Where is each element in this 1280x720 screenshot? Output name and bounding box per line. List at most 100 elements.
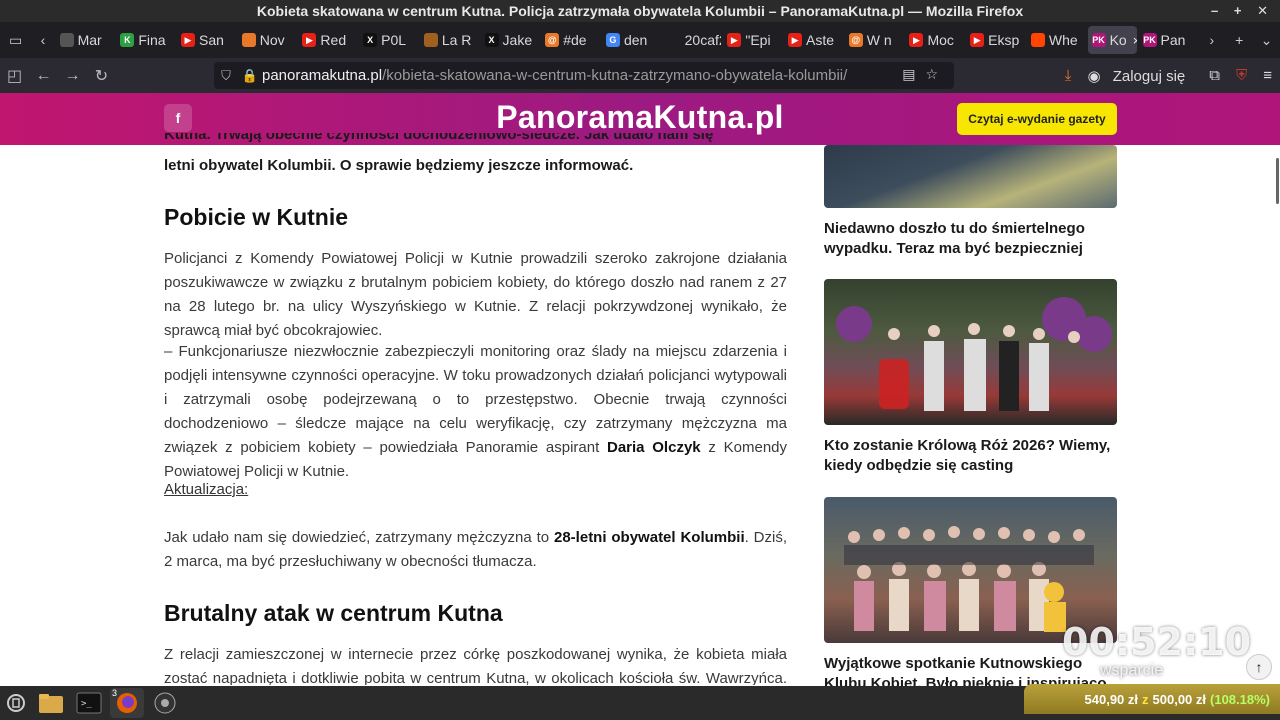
paragraph-3-bold: 28-letni obywatel Kolumbii [554,529,745,546]
page-scrollbar[interactable] [1270,145,1280,685]
browser-tab[interactable]: Whe [1027,26,1086,54]
browser-tab[interactable]: Gden [602,26,661,54]
donation-goal: 500,00 zł [1152,691,1207,707]
tab-favicon-icon: ▶ [909,33,924,47]
start-logo [7,694,25,712]
tab-favicon-icon [1030,33,1045,47]
lock-icon[interactable]: 🔒 [238,68,262,84]
browser-tab[interactable]: PK Ko × [1087,26,1137,54]
browser-tab[interactable]: ▶ "Epi [723,26,782,54]
browser-tab[interactable]: X Jake [481,26,540,54]
tab-favicon-icon [423,33,438,47]
back-button[interactable]: ← [29,67,58,85]
shield-icon[interactable]: ⛉ [214,68,238,84]
browser-tab[interactable]: ▶ Moc [905,26,964,54]
tab-label: Red [320,32,347,48]
browser-tab[interactable]: 20caf2 [663,26,721,54]
tab-scroll-left-icon[interactable]: ‹ [31,32,54,48]
tab-favicon-icon [666,33,681,47]
tab-label: Mar [77,32,102,48]
obs-logo [154,692,176,714]
tab-close-icon[interactable]: × [1133,33,1137,48]
terminal-icon[interactable]: >_ [72,688,106,718]
browser-tab[interactable]: @ #de [541,26,600,54]
tab-label: Moc [927,32,954,48]
tab-favicon-icon: ▶ [181,33,196,47]
sidebar-image-fashion-show[interactable] [824,279,1117,425]
browser-tab[interactable]: ▶ Aste [784,26,843,54]
browser-tab[interactable]: ▶ Eksp [966,26,1025,54]
sidebar-image-road[interactable] [824,145,1117,208]
tab-label: Ko [1109,32,1127,48]
tab-favicon-icon: ▶ [302,33,317,47]
tab-label: San [199,32,224,48]
tab-label: Eksp [988,32,1020,48]
window-controls[interactable]: – + ✕ [1211,0,1274,22]
browser-tab[interactable]: PK Pan [1139,26,1198,54]
browser-tab[interactable]: K Fina [116,26,175,54]
url-bar[interactable]: ⛉ 🔒 panoramakutna.pl/kobieta-skatowana-w… [214,62,954,89]
paragraph-2-bold: Daria Olczyk [607,439,701,456]
tab-favicon-icon: ▶ [788,33,803,47]
firefox-logo [117,693,137,713]
tab-favicon-icon: @ [848,33,863,47]
browser-tab[interactable]: @ W n [845,26,904,54]
paragraph-3: Jak udało nam się dowiedzieć, zatrzymany… [164,526,787,574]
ublock-icon[interactable]: ⛨ [1236,67,1247,84]
update-label: Aktualizacja: [164,481,249,498]
window-titlebar: Kobieta skatowana w centrum Kutna. Polic… [0,0,1280,22]
tab-list-icon[interactable]: ▭ [0,22,31,58]
tab-label: "Epi [745,32,771,48]
browser-tab[interactable]: La R [420,26,479,54]
login-label: Zaloguj się [1112,67,1186,85]
tab-label: Fina [138,32,166,48]
download-icon[interactable]: ⤓ [1065,67,1072,84]
paragraph-2: – Funkcjonariusze niezwłocznie zabezpiec… [164,340,787,484]
page-scrollbar-thumb[interactable] [1276,158,1279,204]
folder-shape [39,694,63,713]
browser-tab[interactable]: Nov [238,26,297,54]
browser-tab[interactable]: ▶ San [177,26,236,54]
tab-label: Pan [1160,32,1186,48]
tab-label: W n [866,32,892,48]
tab-label: Whe [1048,32,1078,48]
obs-icon[interactable] [148,688,182,718]
donation-current: 540,90 zł [1084,691,1139,707]
sidebar-title-2[interactable]: Kto zostanie Królową Róż 2026? Wiemy, ki… [824,436,1124,476]
forward-button[interactable]: → [58,67,87,85]
tab-scroll-right-icon[interactable]: › [1198,32,1225,48]
files-icon[interactable] [34,688,68,718]
tab-favicon-icon: ▶ [970,33,985,47]
tab-label: La R [441,32,472,48]
svg-text:>_: >_ [81,699,92,709]
tab-label: Nov [259,32,285,48]
menu-icon[interactable]: ≡ [1263,67,1272,84]
tab-label: #de [563,32,587,48]
reload-button[interactable]: ↻ [87,66,116,86]
stream-timer: 00:52:10 [1062,620,1252,664]
tab-favicon-icon: X [484,33,499,47]
browser-tab[interactable]: Mar [56,26,115,54]
eedition-button[interactable]: Czytaj e-wydanie gazety [957,103,1117,135]
extensions-icon[interactable]: ⧉ [1209,67,1220,84]
paragraph-4: Z relacji zamieszczonej w internecie prz… [164,646,787,685]
url-host: panoramakutna.pl [262,67,383,84]
browser-tab[interactable]: ▶ Red [298,26,357,54]
terminal-shape: >_ [76,692,102,714]
scroll-to-top-button[interactable]: ↑ [1246,654,1272,680]
tab-favicon-icon: ▶ [727,33,742,47]
reader-bookmark-icons[interactable]: ▤☆ [902,66,948,83]
account-button[interactable]: ◉ Zaloguj się [1087,67,1193,85]
paragraph-1: Policjanci z Komendy Powiatowej Policji … [164,250,787,339]
tab-overflow-icon[interactable]: ⌄ [1253,32,1280,49]
sidebar-toggle-icon[interactable]: ◰ [0,66,29,86]
browser-tab[interactable]: X P0L [359,26,418,54]
heading-pobicie: Pobicie w Kutnie [164,204,349,230]
sidebar-title-1[interactable]: Niedawno doszło tu do śmiertelnego wypad… [824,219,1124,259]
firefox-icon[interactable]: 3 [110,688,144,718]
window-title: Kobieta skatowana w centrum Kutna. Polic… [256,3,1024,19]
tab-favicon-icon [241,33,256,47]
start-menu-icon[interactable] [2,688,30,718]
new-tab-icon[interactable]: + [1226,32,1253,48]
lead-fragment: Kutna. Trwają obecnie czynności dochodze… [164,133,714,143]
